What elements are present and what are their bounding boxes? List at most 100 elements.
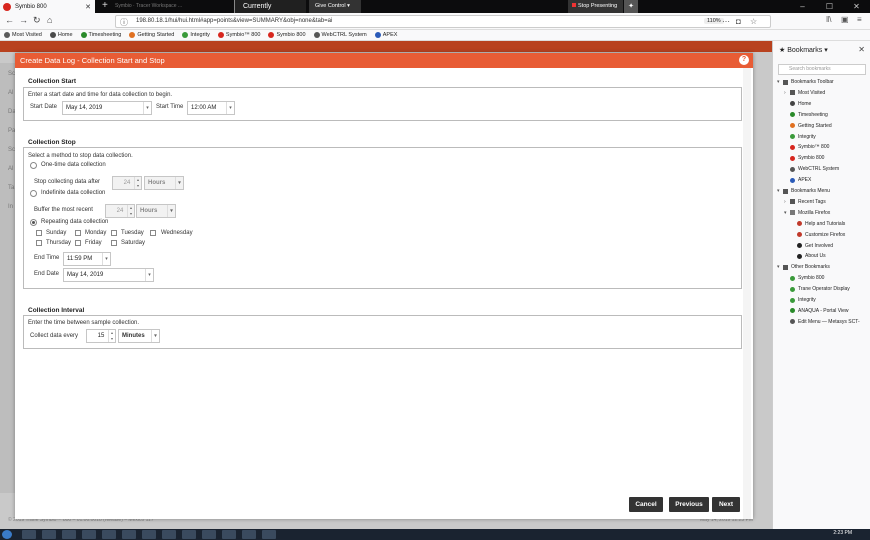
taskbar-app-icon[interactable]	[102, 530, 116, 539]
bookmark-item[interactable]: Timesheeting	[80, 32, 121, 38]
home-icon[interactable]: ⌂	[47, 15, 52, 25]
more-actions-icon[interactable]: ⋯	[722, 17, 730, 26]
menu-icon[interactable]: ≡	[857, 15, 862, 24]
sidebar-bookmark-item[interactable]: Timesheeting	[784, 112, 828, 118]
pocket-icon[interactable]: ◘	[736, 17, 741, 26]
bookmark-item[interactable]: Most Visited	[4, 32, 42, 38]
url-bar[interactable]: ⓘ 198.80.18.1/hui/hui.html#app=points&vi…	[115, 15, 771, 28]
sidebar-bookmark-item[interactable]: Symbio 800	[784, 275, 824, 281]
bookmark-item[interactable]: WebCTRL System	[313, 32, 367, 38]
app-nav-item[interactable]: In	[8, 204, 13, 210]
taskbar-app-icon[interactable]	[22, 530, 36, 539]
collect-every-stepper[interactable]: 15 ▴ ▾	[86, 329, 116, 343]
bookmark-item[interactable]: Home	[49, 32, 73, 38]
friday-checkbox[interactable]	[75, 240, 81, 246]
minimize-icon[interactable]: –	[790, 0, 815, 13]
taskbar-app-icon[interactable]	[262, 530, 276, 539]
sidebar-bookmark-item[interactable]: Edit Menu — Metasys SCT-	[784, 319, 860, 325]
end-time-field[interactable]: 11:59 PM ▾	[63, 252, 111, 266]
stop-presenting-button[interactable]: Stop Presenting	[568, 0, 623, 13]
taskbar-app-icon[interactable]	[202, 530, 216, 539]
back-icon[interactable]: ←	[5, 15, 14, 25]
bookmark-item[interactable]: Symbio™ 800	[217, 32, 260, 38]
sidebar-bookmark-item[interactable]: ▾ Bookmarks Menu	[777, 188, 830, 194]
taskbar-app-icon[interactable]	[162, 530, 176, 539]
sidebar-bookmark-item[interactable]: About Us	[791, 253, 826, 259]
sidebar-bookmark-item[interactable]: WebCTRL System	[784, 166, 839, 172]
app-nav-item[interactable]: Al	[8, 166, 13, 172]
stop-after-stepper[interactable]: 24 ▴ ▾	[112, 176, 142, 190]
zoom-level[interactable]: 110%	[704, 18, 724, 24]
sidebar-bookmark-item[interactable]: ▾ Other Bookmarks	[777, 264, 830, 270]
taskbar-app-icon[interactable]	[242, 530, 256, 539]
bookmark-search-input[interactable]: Search bookmarks	[778, 64, 866, 75]
taskbar-app-icon[interactable]	[42, 530, 56, 539]
next-button[interactable]: Next	[712, 497, 740, 512]
maximize-icon[interactable]: ☐	[817, 0, 842, 13]
twisty-icon[interactable]: ▾	[777, 79, 782, 85]
cancel-button[interactable]: Cancel	[629, 497, 663, 512]
sidebar-bookmark-item[interactable]: ▾ Mozilla Firefox	[784, 210, 830, 216]
bookmark-item[interactable]: Getting Started	[129, 32, 174, 38]
app-nav-item[interactable]: Ta	[8, 185, 14, 191]
sidebar-bookmark-item[interactable]: Getting Started	[784, 123, 832, 129]
info-icon[interactable]: ⓘ	[120, 17, 128, 28]
taskbar-app-icon[interactable]	[62, 530, 76, 539]
background-tab[interactable]: Symbio · Tracer Workspace ...	[115, 1, 230, 12]
indefinite-radio[interactable]	[30, 190, 37, 197]
sidebar-bookmark-item[interactable]: ▾ Bookmarks Toolbar	[777, 79, 834, 85]
forward-icon[interactable]: →	[19, 15, 28, 25]
twisty-icon[interactable]: ▾	[777, 264, 782, 270]
reload-icon[interactable]: ↻	[33, 15, 41, 26]
sidebar-bookmark-item[interactable]: › Recent Tags	[784, 199, 826, 205]
sidebar-bookmark-item[interactable]: Home	[784, 101, 811, 107]
give-control-button[interactable]: Give Control ▾	[309, 0, 361, 13]
buffer-stepper[interactable]: 24 ▴ ▾	[105, 204, 135, 218]
sidebar-bookmark-item[interactable]: Symbio 800	[784, 155, 824, 161]
sidebar-toggle-icon[interactable]: ▣	[841, 15, 849, 24]
spinner-arrows-icon[interactable]: ▴ ▾	[108, 330, 115, 342]
tuesday-checkbox[interactable]	[111, 230, 117, 236]
taskbar-app-icon[interactable]	[142, 530, 156, 539]
close-sidebar-icon[interactable]: ✕	[858, 45, 865, 54]
bookmark-star-icon[interactable]: ☆	[750, 17, 757, 26]
sidebar-bookmark-item[interactable]: APEX	[784, 177, 811, 183]
one-time-radio[interactable]	[30, 162, 37, 169]
taskbar-app-icon[interactable]	[222, 530, 236, 539]
app-nav-item[interactable]: Sc	[8, 71, 15, 77]
twisty-icon[interactable]: ▾	[777, 188, 782, 194]
repeating-radio[interactable]	[30, 219, 37, 226]
wednesday-checkbox[interactable]	[150, 230, 156, 236]
collect-every-unit-select[interactable]: Minutes ▾	[118, 329, 160, 343]
end-date-field[interactable]: May 14, 2019 ▾	[63, 268, 154, 282]
modal-scrollbar[interactable]	[743, 68, 751, 519]
library-icon[interactable]: ‖\	[826, 15, 832, 24]
sidebar-bookmark-item[interactable]: Trane Operator Display	[784, 286, 850, 292]
sidebar-bookmark-item[interactable]: Integrity	[784, 134, 816, 140]
monday-checkbox[interactable]	[75, 230, 81, 236]
pin-icon[interactable]: ✦	[624, 0, 638, 13]
bookmark-item[interactable]: Integrity	[182, 32, 210, 38]
browser-tab[interactable]: Symbio 800 ✕	[0, 0, 95, 13]
start-date-field[interactable]: May 14, 2019 ▾	[62, 101, 152, 115]
sidebar-bookmark-item[interactable]: › Most Visited	[784, 90, 825, 96]
bookmark-item[interactable]: Symbio 800	[268, 32, 306, 38]
bookmark-item[interactable]: APEX	[374, 32, 397, 38]
spinner-arrows-icon[interactable]: ▴ ▾	[127, 205, 134, 217]
sidebar-bookmark-item[interactable]: Get Involved	[791, 243, 833, 249]
spinner-arrows-icon[interactable]: ▴ ▾	[134, 177, 141, 189]
previous-button[interactable]: Previous	[669, 497, 709, 512]
saturday-checkbox[interactable]	[111, 240, 117, 246]
taskbar-app-icon[interactable]	[82, 530, 96, 539]
start-button-icon[interactable]	[2, 530, 12, 539]
help-icon[interactable]: ?	[739, 55, 749, 65]
sidebar-bookmark-item[interactable]: ANAQUA - Portal View	[784, 308, 848, 314]
sidebar-bookmark-item[interactable]: Integrity	[784, 297, 816, 303]
twisty-icon[interactable]: ›	[784, 90, 789, 96]
buffer-unit-select[interactable]: Hours ▾	[136, 204, 176, 218]
start-time-field[interactable]: 12:00 AM ▾	[187, 101, 235, 115]
new-tab-button[interactable]: +	[102, 0, 108, 13]
sidebar-bookmark-item[interactable]: Symbio™ 800	[784, 144, 829, 150]
taskbar-app-icon[interactable]	[182, 530, 196, 539]
sidebar-bookmark-item[interactable]: Help and Tutorials	[791, 221, 845, 227]
